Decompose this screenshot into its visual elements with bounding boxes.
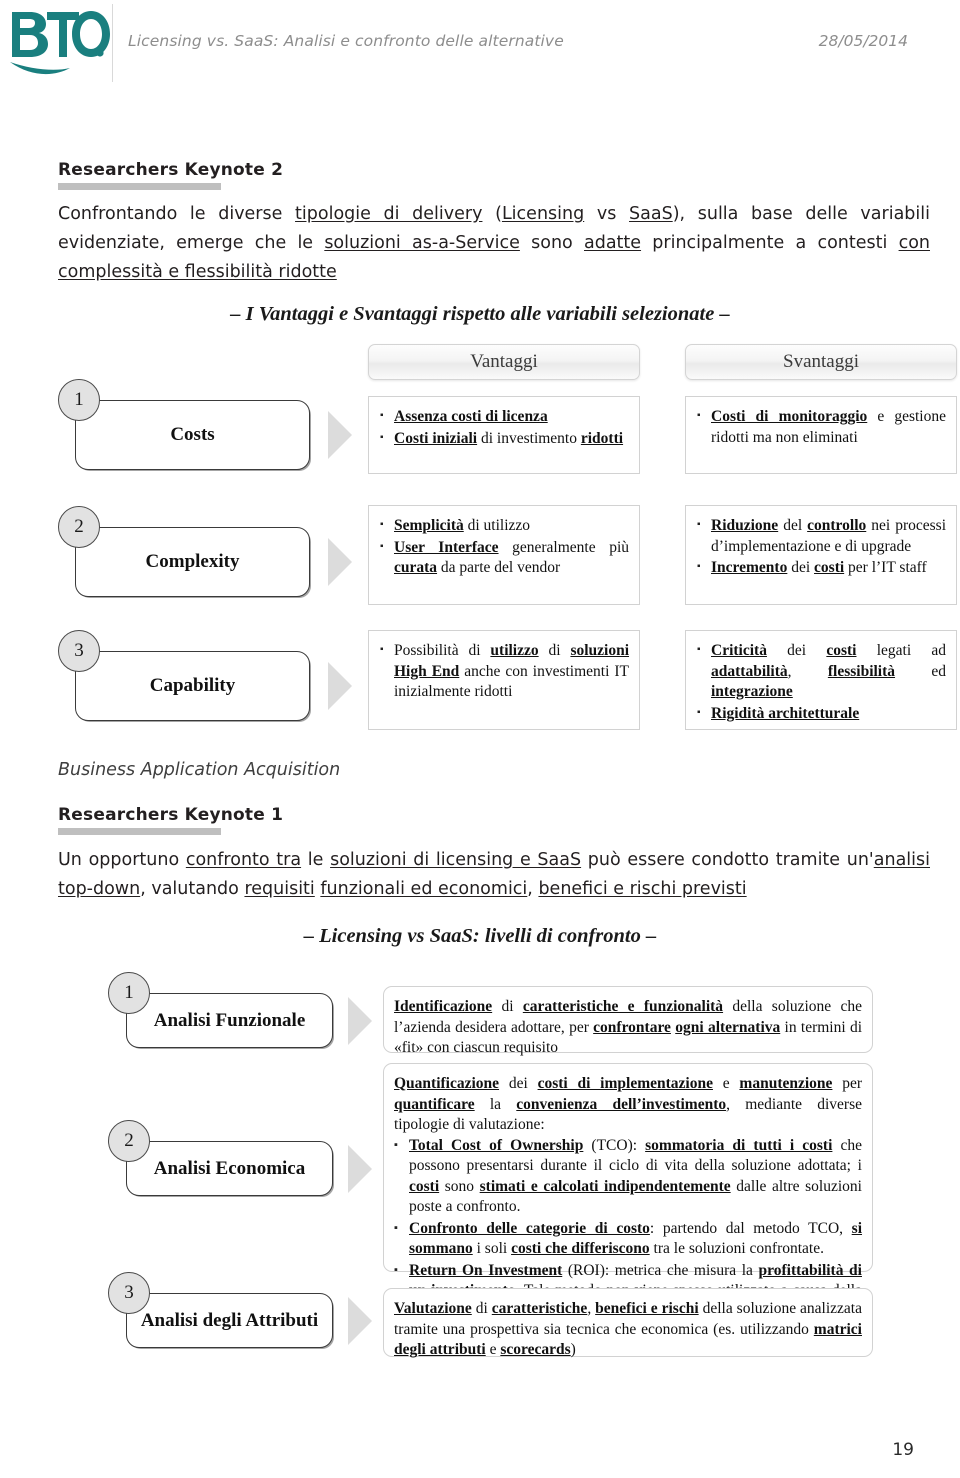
variable-label-costs: Costs bbox=[75, 400, 310, 470]
keynote-2-paragraph: Confrontando le diverse tipologie di del… bbox=[58, 204, 930, 282]
cell-vantaggi-capability: Possibilità di utilizzo di soluzioni Hig… bbox=[368, 630, 640, 730]
arrow-right-icon-level-2 bbox=[348, 1145, 372, 1193]
slide-page: Licensing vs. SaaS: Analisi e confronto … bbox=[0, 0, 960, 1478]
researchers-keynote-2-heading: Researchers Keynote 2 bbox=[58, 160, 284, 180]
keynote-1-paragraph: Un opportuno confronto tra le soluzioni … bbox=[58, 850, 930, 899]
livelli-confronto-subtitle: – Licensing vs SaaS: livelli di confront… bbox=[303, 925, 657, 947]
arrow-right-icon-level-1 bbox=[348, 997, 372, 1045]
cell-svantaggi-complexity: Riduzione del controllo nei processi d’i… bbox=[685, 505, 957, 605]
keynote-1-underline-bar bbox=[58, 828, 221, 835]
row-number-3: 3 bbox=[58, 630, 100, 672]
level-number-2: 2 bbox=[108, 1120, 150, 1162]
vantaggi-svantaggi-subtitle: – I Vantaggi e Svantaggi rispetto alle v… bbox=[230, 303, 730, 325]
level-label-analisi-economica: Analisi Economica bbox=[126, 1141, 333, 1196]
section-caption-business-application-acquisition: Business Application Acquisition bbox=[58, 760, 341, 780]
level-body-analisi-degli-attributi: Valutazione di caratteristiche, benefici… bbox=[383, 1288, 873, 1358]
header-date: 28/05/2014 bbox=[818, 32, 908, 50]
cell-svantaggi-capability: Criticità dei costi legati ad adattabili… bbox=[685, 630, 957, 730]
header-title: Licensing vs. SaaS: Analisi e confronto … bbox=[128, 32, 564, 50]
level-number-3: 3 bbox=[108, 1272, 150, 1314]
variable-label-capability: Capability bbox=[75, 651, 310, 721]
level-body-analisi-funzionale: Identificazione di caratteristiche e fun… bbox=[383, 986, 873, 1056]
column-header-vantaggi: Vantaggi bbox=[368, 344, 640, 380]
level-label-analisi-funzionale: Analisi Funzionale bbox=[126, 993, 333, 1048]
variable-label-complexity: Complexity bbox=[75, 527, 310, 597]
arrow-right-icon-1 bbox=[328, 411, 352, 459]
arrow-right-icon-level-3 bbox=[348, 1297, 372, 1345]
arrow-right-icon-3 bbox=[328, 662, 352, 710]
researchers-keynote-1-heading: Researchers Keynote 1 bbox=[58, 805, 284, 825]
row-number-1: 1 bbox=[58, 379, 100, 421]
cell-svantaggi-costs: Costi di monitoraggio e gestione ridotti… bbox=[685, 396, 957, 474]
level-body-analisi-economica: Quantificazione dei costi di implementaz… bbox=[383, 1063, 873, 1320]
header-divider bbox=[112, 4, 113, 82]
level-label-analisi-degli-attributi: Analisi degli Attributi bbox=[126, 1293, 333, 1348]
column-header-svantaggi: Svantaggi bbox=[685, 344, 957, 380]
page-header: Licensing vs. SaaS: Analisi e confronto … bbox=[0, 0, 960, 88]
page-number: 19 bbox=[892, 1440, 914, 1460]
keynote-2-underline-bar bbox=[58, 183, 221, 190]
row-number-2: 2 bbox=[58, 506, 100, 548]
arrow-right-icon-2 bbox=[328, 538, 352, 586]
cell-vantaggi-costs: Assenza costi di licenzaCosti iniziali d… bbox=[368, 396, 640, 474]
level-number-1: 1 bbox=[108, 972, 150, 1014]
bto-logo-icon bbox=[8, 6, 112, 78]
cell-vantaggi-complexity: Semplicità di utilizzoUser Interface gen… bbox=[368, 505, 640, 605]
